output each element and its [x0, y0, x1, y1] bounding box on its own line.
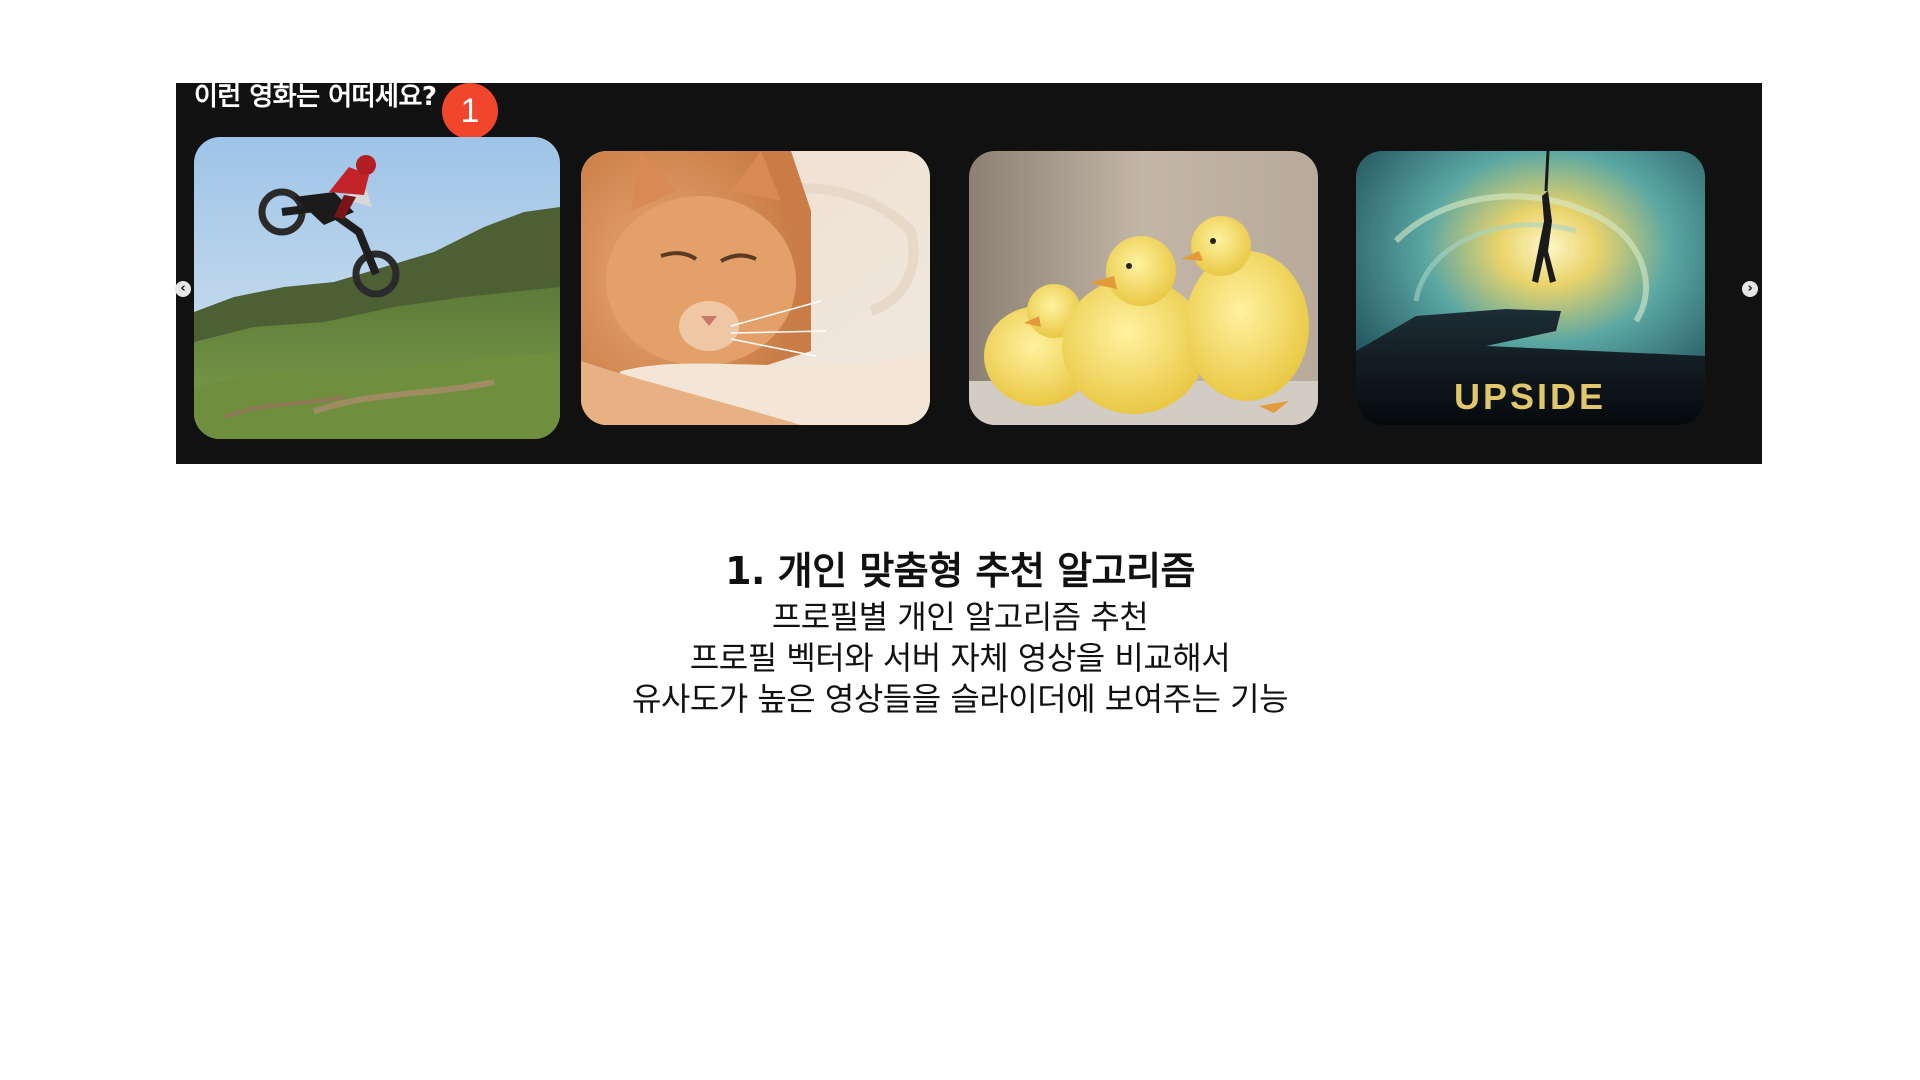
movie-card-cat[interactable]	[581, 151, 930, 425]
poster-title-text: UPSIDE	[1454, 376, 1606, 417]
chevron-right-icon[interactable]: ›	[1742, 281, 1758, 297]
ducklings-thumbnail	[969, 151, 1318, 425]
step-number-badge: 1	[442, 83, 498, 139]
motocross-thumbnail	[194, 137, 560, 439]
feature-heading: 1. 개인 맞춤형 추천 알고리즘	[725, 549, 1195, 593]
recommendation-slider: 이런 영화는 어떠세요? 1 ‹ › UPSIDE	[175, 82, 1762, 464]
feature-line-1: 프로필별 개인 알고리즘 추천	[771, 598, 1149, 636]
feature-line-3: 유사도가 높은 영상들을 슬라이더에 보여주는 기능	[631, 680, 1289, 718]
movie-card-ducklings[interactable]	[969, 151, 1318, 425]
cat-thumbnail	[581, 151, 930, 425]
slider-title: 이런 영화는 어떠세요?	[194, 82, 437, 112]
movie-card-upside-poster[interactable]: UPSIDE	[1356, 151, 1705, 425]
movie-card-motocross[interactable]	[194, 137, 560, 439]
feature-line-2: 프로필 벡터와 서버 자체 영상을 비교해서	[689, 639, 1231, 677]
upside-poster-thumbnail: UPSIDE	[1356, 151, 1705, 425]
chevron-left-icon[interactable]: ‹	[175, 281, 191, 297]
feature-description: 1. 개인 맞춤형 추천 알고리즘 프로필별 개인 알고리즘 추천 프로필 벡터…	[0, 545, 1920, 720]
